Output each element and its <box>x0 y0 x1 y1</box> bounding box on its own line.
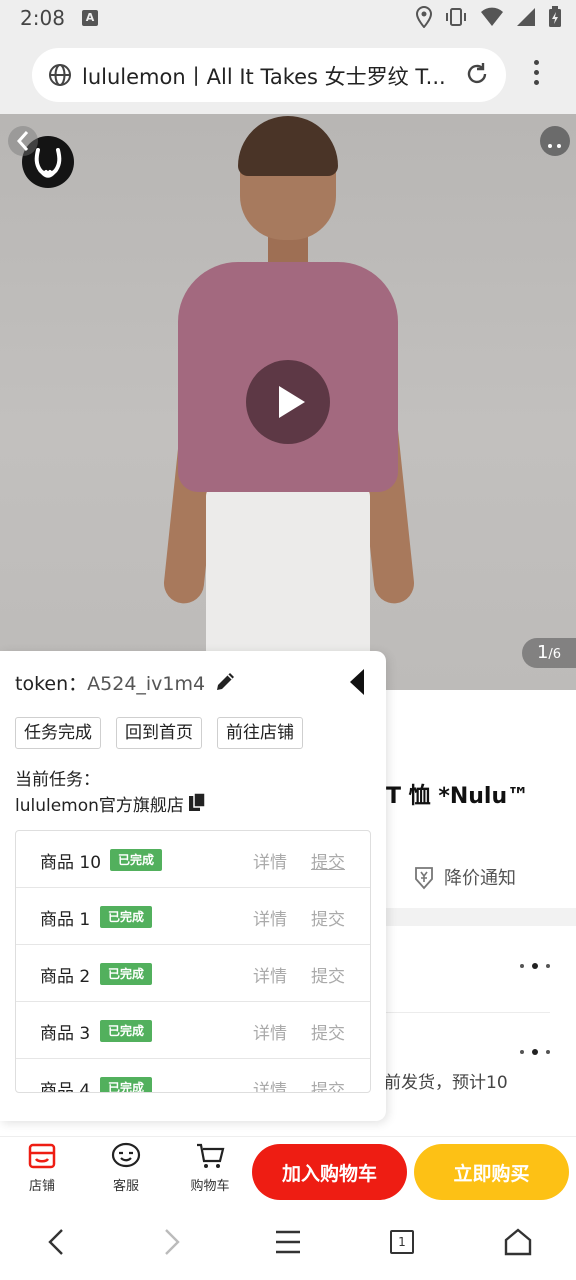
submit-link[interactable]: 提交 <box>311 1019 345 1044</box>
battery-icon <box>549 6 561 27</box>
browser-menu-button[interactable] <box>528 60 544 90</box>
detail-link[interactable]: 详情 <box>253 1076 287 1092</box>
browser-toolbar: lululemon丨All It Takes 女士罗纹 T... <box>0 36 576 114</box>
product-action-bar: 店铺 客服 购物车 加入购物车 立即购买 <box>0 1136 576 1206</box>
signal-icon <box>517 8 535 26</box>
current-task-name: lululemon官方旗舰店 <box>15 796 184 816</box>
status-badge: 已完成 <box>100 963 153 985</box>
collapse-panel-icon[interactable] <box>348 667 368 697</box>
detail-link[interactable]: 详情 <box>253 962 287 987</box>
current-task-label: 当前任务： <box>15 770 100 790</box>
task-panel: token：A524_iv1m4 任务完成 回到首页 前往店铺 当前任务： lu… <box>0 651 386 1121</box>
shop-label: 店铺 <box>28 1179 55 1194</box>
vibrate-icon <box>446 8 466 26</box>
detail-link[interactable]: 详情 <box>253 848 287 873</box>
panel-button-row: 任务完成 回到首页 前往店铺 <box>15 717 303 749</box>
tabs-button[interactable]: 1 <box>390 1230 414 1254</box>
back-icon[interactable] <box>8 126 38 156</box>
row-product-name: 商品 2 <box>40 967 91 987</box>
shipping-info: 前发货，预计10 <box>384 1073 508 1093</box>
chat-icon <box>111 1142 141 1168</box>
status-badge: 已完成 <box>100 906 153 928</box>
submit-link[interactable]: 提交 <box>311 905 345 930</box>
cart-icon <box>197 1143 225 1168</box>
accessibility-a-icon: A <box>82 10 98 26</box>
product-image-gallery[interactable]: 1/6 <box>0 114 576 690</box>
back-arrow-icon[interactable] <box>44 1226 68 1258</box>
detail-link[interactable]: 详情 <box>253 905 287 930</box>
menu-icon[interactable] <box>274 1226 302 1258</box>
token-display: token：A524_iv1m4 <box>15 669 205 696</box>
more-options-icon[interactable] <box>520 1049 550 1055</box>
buy-now-button[interactable]: 立即购买 <box>414 1144 569 1200</box>
row-product-name: 商品 3 <box>40 1024 91 1044</box>
globe-icon <box>49 64 71 86</box>
address-bar[interactable]: lululemon丨All It Takes 女士罗纹 T... <box>32 48 506 102</box>
browser-nav-bar: 1 <box>0 1206 576 1280</box>
price-drop-notice[interactable]: 降价通知 <box>412 864 516 890</box>
play-video-icon[interactable] <box>246 360 330 444</box>
wifi-icon <box>481 7 503 26</box>
url-text[interactable]: lululemon丨All It Takes 女士罗纹 T... <box>82 61 462 91</box>
status-bar: 2:08 A <box>0 0 576 36</box>
status-badge: 已完成 <box>100 1077 153 1092</box>
back-to-home-button[interactable]: 回到首页 <box>116 717 202 749</box>
home-icon[interactable] <box>504 1226 532 1258</box>
row-product-name: 商品 4 <box>40 1081 91 1093</box>
row-product-name: 商品 1 <box>40 910 91 930</box>
status-badge: 已完成 <box>110 849 163 871</box>
submit-link[interactable]: 提交 <box>311 848 345 873</box>
more-options-icon[interactable] <box>520 963 550 969</box>
cart-label: 购物车 <box>190 1179 230 1194</box>
table-row: 商品 4 已完成 详情 提交 <box>16 1059 370 1093</box>
customer-service-button[interactable]: 客服 <box>96 1141 156 1194</box>
cart-button[interactable]: 购物车 <box>180 1141 240 1194</box>
copy-icon[interactable] <box>188 792 206 812</box>
task-complete-button[interactable]: 任务完成 <box>15 717 101 749</box>
token-label: token： <box>15 673 88 695</box>
edit-pencil-icon[interactable] <box>214 669 238 693</box>
product-title: T 恤 *Nulu™ <box>386 784 530 809</box>
token-value: A524_iv1m4 <box>87 673 206 695</box>
table-row: 商品 1 已完成 详情 提交 <box>16 888 370 945</box>
more-icon[interactable] <box>540 126 570 156</box>
table-row: 商品 10 已完成 详情 提交 <box>16 831 370 888</box>
image-counter: 1/6 <box>522 638 576 668</box>
reload-icon[interactable] <box>464 61 490 87</box>
add-to-cart-button[interactable]: 加入购物车 <box>252 1144 407 1200</box>
service-label: 客服 <box>112 1179 139 1194</box>
shop-button[interactable]: 店铺 <box>12 1141 72 1194</box>
shop-icon <box>28 1143 56 1169</box>
status-icons <box>416 6 562 28</box>
submit-link[interactable]: 提交 <box>311 1076 345 1092</box>
forward-arrow-icon[interactable] <box>160 1226 184 1258</box>
table-row: 商品 3 已完成 详情 提交 <box>16 1002 370 1059</box>
submit-link[interactable]: 提交 <box>311 962 345 987</box>
row-product-name: 商品 10 <box>40 853 102 873</box>
detail-link[interactable]: 详情 <box>253 1019 287 1044</box>
status-time: 2:08 <box>20 6 65 30</box>
go-to-store-button[interactable]: 前往店铺 <box>217 717 303 749</box>
location-icon <box>416 6 432 28</box>
price-tag-icon <box>415 867 433 890</box>
status-badge: 已完成 <box>100 1020 153 1042</box>
product-task-list: 商品 10 已完成 详情 提交 商品 1 已完成 详情 提交 商品 2 已完成 … <box>15 830 371 1093</box>
table-row: 商品 2 已完成 详情 提交 <box>16 945 370 1002</box>
